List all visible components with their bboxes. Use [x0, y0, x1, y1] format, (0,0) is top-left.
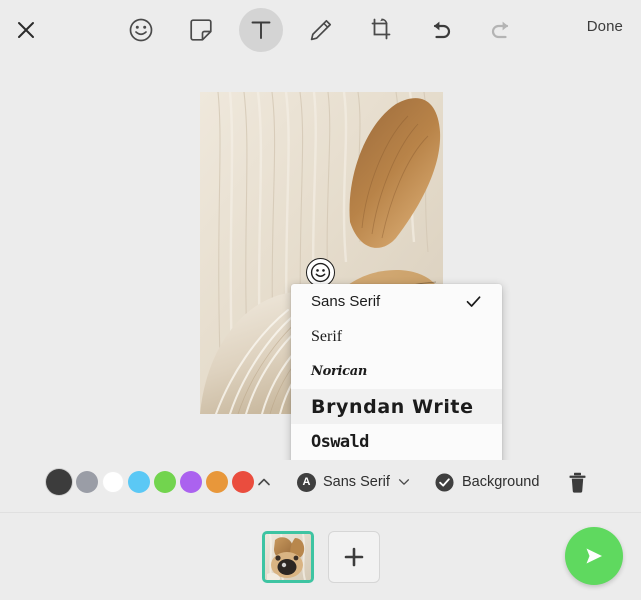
chevron-up-icon — [256, 474, 272, 490]
tool-undo[interactable] — [419, 8, 463, 52]
emoji-icon — [128, 17, 154, 43]
send-button[interactable] — [565, 527, 623, 585]
tool-group — [0, 8, 641, 52]
tool-text[interactable] — [239, 8, 283, 52]
font-select-label: Sans Serif — [323, 474, 390, 490]
send-icon — [581, 543, 607, 569]
text-icon — [248, 17, 274, 43]
top-toolbar: Done — [0, 0, 641, 60]
font-option-label: Sans Serif — [311, 293, 464, 310]
font-select-button[interactable]: A Sans Serif — [297, 460, 411, 504]
thumbnail-image — [265, 534, 311, 580]
add-photo-button[interactable] — [328, 531, 380, 583]
tool-sticker[interactable] — [179, 8, 223, 52]
font-option-label: Norican — [311, 364, 482, 379]
sticker-icon — [188, 17, 214, 43]
tool-emoji[interactable] — [119, 8, 163, 52]
color-swatch-red[interactable] — [232, 471, 254, 493]
bottom-tray — [0, 512, 641, 600]
tool-draw[interactable] — [299, 8, 343, 52]
trash-icon — [568, 472, 587, 493]
image-editor-screen: Done — [0, 0, 641, 600]
font-option-sans-serif[interactable]: Sans Serif — [291, 284, 502, 319]
emoji-sticker[interactable] — [306, 258, 335, 287]
font-option-bryndan-write[interactable]: Bryndan Write — [291, 389, 502, 424]
font-option-oswald[interactable]: Oswald — [291, 424, 502, 459]
done-button[interactable]: Done — [587, 18, 623, 35]
plus-icon — [343, 546, 365, 568]
color-swatch-gray[interactable] — [76, 471, 98, 493]
text-options-bar: A Sans Serif Background — [0, 460, 641, 504]
crop-rotate-icon — [368, 17, 394, 43]
smiley-icon — [310, 262, 331, 283]
font-option-label: Bryndan Write — [311, 396, 482, 418]
pencil-icon — [308, 17, 334, 43]
font-a-icon: A — [297, 473, 316, 492]
tool-redo[interactable] — [479, 8, 523, 52]
thumbnail-strip — [0, 531, 641, 583]
color-swatch-row — [46, 460, 254, 504]
font-option-label: Serif — [311, 328, 482, 346]
expand-colors-button[interactable] — [252, 460, 276, 504]
font-dropdown-menu[interactable]: Sans Serif Serif Norican Bryndan Write O… — [291, 284, 502, 460]
check-circle-icon — [435, 473, 454, 492]
font-option-norican[interactable]: Norican — [291, 354, 502, 389]
thumbnail-item-1[interactable] — [262, 531, 314, 583]
color-swatch-lightblue[interactable] — [128, 471, 150, 493]
font-option-serif[interactable]: Serif — [291, 319, 502, 354]
color-swatch-green[interactable] — [154, 471, 176, 493]
tool-crop-rotate[interactable] — [359, 8, 403, 52]
undo-icon — [428, 17, 454, 43]
color-swatch-purple[interactable] — [180, 471, 202, 493]
canvas-area[interactable]: Sans Serif Serif Norican Bryndan Write O… — [0, 60, 641, 460]
color-swatch-dark[interactable] — [46, 469, 72, 495]
check-icon — [464, 293, 482, 311]
delete-button[interactable] — [564, 460, 590, 504]
background-label: Background — [462, 474, 539, 490]
chevron-down-icon — [397, 475, 411, 489]
color-swatch-white[interactable] — [102, 471, 124, 493]
redo-icon — [488, 17, 514, 43]
font-option-label: Oswald — [311, 432, 482, 452]
background-toggle-button[interactable]: Background — [435, 460, 539, 504]
color-swatch-orange[interactable] — [206, 471, 228, 493]
